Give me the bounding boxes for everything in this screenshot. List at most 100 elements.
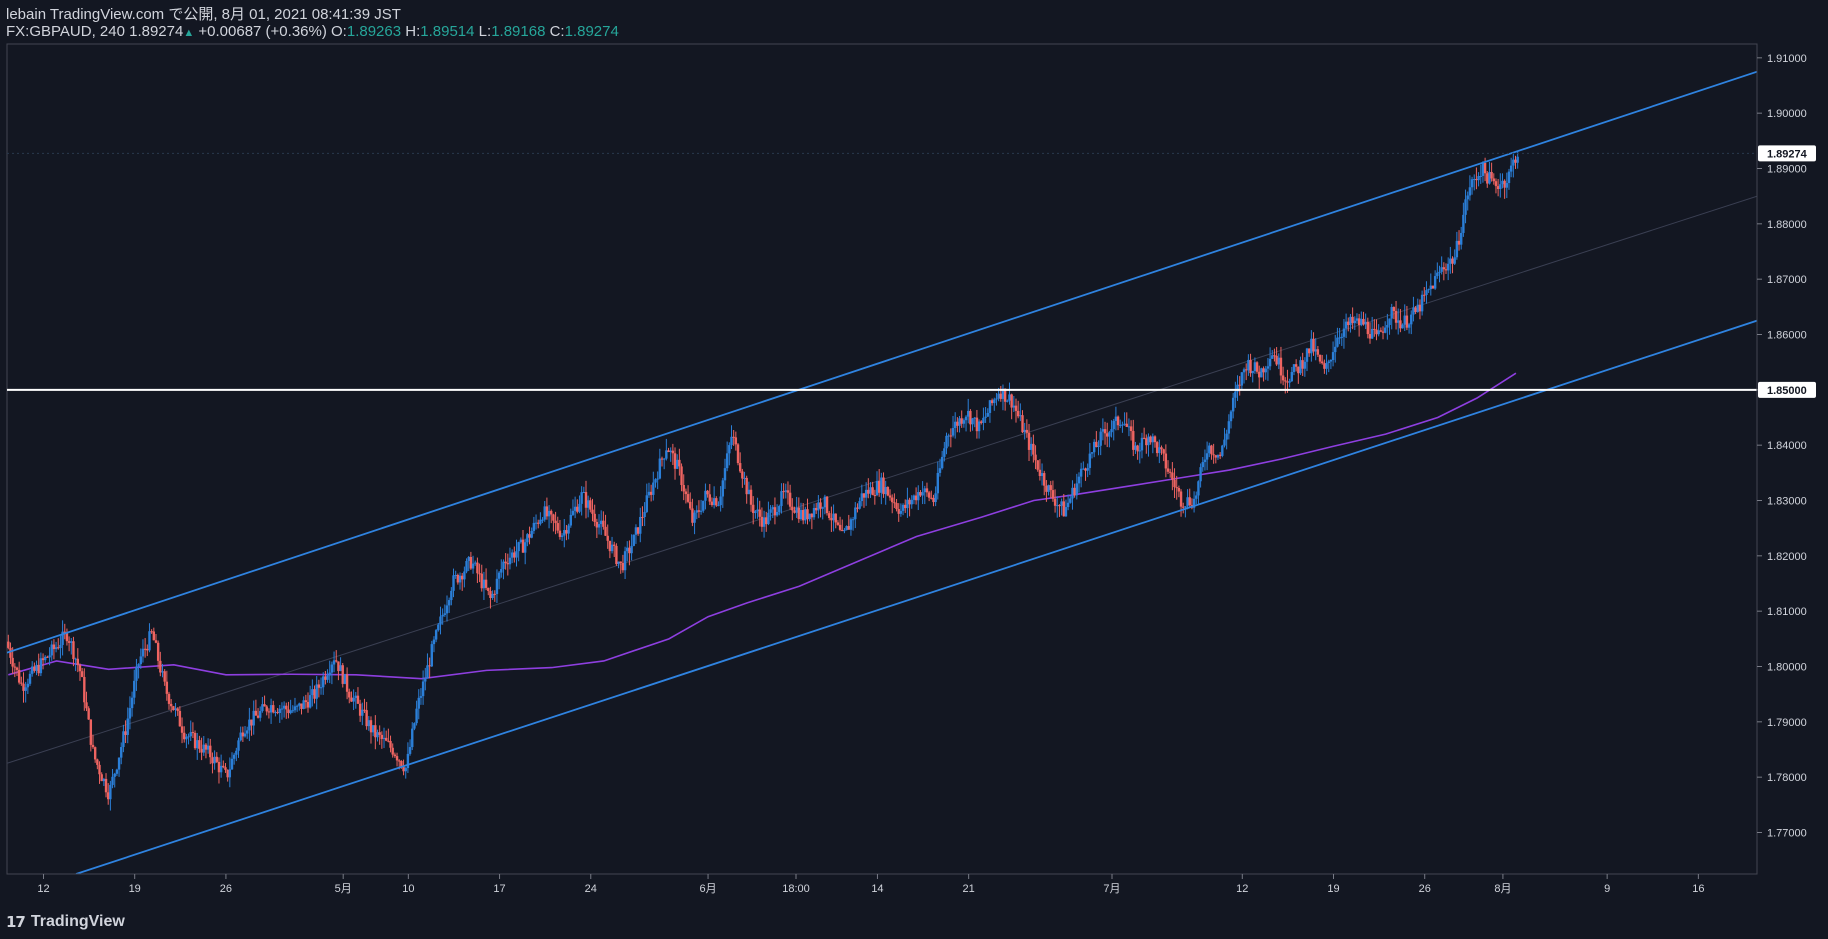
candle-up	[1329, 359, 1333, 362]
candle-down	[78, 664, 82, 672]
candle-up	[1277, 357, 1280, 365]
candle-up	[1019, 415, 1022, 417]
candle-down	[891, 497, 894, 503]
time-axis[interactable]: 12 19 26 5月 10 17 24 6月 18:00 14 21 7月 12 19 26 8月 9 16	[37, 874, 1704, 895]
candle-down	[365, 710, 368, 727]
candle-up	[1505, 183, 1509, 188]
candle-up	[467, 556, 470, 561]
candle-down	[96, 759, 99, 765]
candle-up	[754, 511, 757, 514]
candle-down	[1084, 468, 1087, 471]
candle-down	[1062, 501, 1065, 517]
time-tick-label: 6月	[699, 883, 716, 895]
candle-down	[641, 516, 644, 518]
candle-down	[758, 509, 761, 517]
candle-up	[723, 468, 727, 481]
candle-down	[1210, 445, 1213, 455]
candle-down	[1058, 505, 1061, 507]
candle-up	[1334, 346, 1337, 353]
candle-up	[869, 487, 872, 494]
candle-up	[424, 678, 427, 682]
candle-up	[206, 745, 210, 750]
plot-frame	[6, 43, 1758, 875]
candle-up	[632, 534, 635, 546]
candle-down	[378, 732, 381, 735]
candle-up	[1225, 433, 1228, 440]
candle-down	[211, 757, 214, 764]
candle-up	[367, 720, 371, 727]
candle-down	[76, 658, 79, 665]
candle-up	[1247, 359, 1250, 371]
candle-up	[26, 683, 30, 688]
candle-down	[387, 740, 390, 742]
candle-up	[361, 709, 364, 716]
candle-up	[1464, 199, 1467, 215]
candle-down	[710, 501, 714, 505]
candle-up	[213, 756, 216, 764]
candle-down	[745, 477, 748, 495]
candle-up	[623, 551, 627, 571]
candle-down	[348, 691, 351, 698]
channel-lines-layer[interactable]	[7, 70, 1757, 874]
candle-up	[610, 544, 614, 552]
candle-up	[912, 495, 916, 500]
candle-down	[1357, 318, 1361, 326]
candle-down	[1312, 338, 1315, 352]
candle-up	[817, 502, 820, 511]
candle-up	[762, 517, 766, 527]
candle-up	[1227, 421, 1231, 434]
candle-down	[834, 513, 837, 523]
candle-up	[845, 526, 848, 531]
candle-up	[354, 695, 357, 698]
channel-upper-line[interactable]	[7, 70, 1757, 654]
price-chart[interactable]: 1.91000 1.90000 1.89000 1.88000 1.87000 1.860…	[0, 0, 1828, 939]
candle-up	[993, 399, 996, 404]
candle-up	[1069, 498, 1072, 503]
candles-layer[interactable]	[7, 151, 1519, 811]
candle-up	[1338, 337, 1341, 339]
candle-up	[1344, 321, 1348, 329]
candle-up	[174, 708, 177, 710]
candle-down	[1034, 454, 1037, 461]
candle-down	[1362, 318, 1365, 325]
candle-down	[384, 737, 388, 741]
candle-down	[1103, 429, 1107, 434]
candle-down	[1032, 443, 1035, 455]
candle-up	[1253, 362, 1257, 371]
candle-up	[1134, 445, 1137, 450]
candle-up	[1429, 285, 1433, 290]
candle-down	[1418, 304, 1422, 312]
candle-down	[17, 669, 21, 683]
candle-up	[44, 656, 47, 661]
candle-up	[823, 496, 827, 508]
candle-up	[1499, 184, 1502, 190]
channel-lower-line[interactable]	[75, 319, 1757, 874]
horizontal-level-tag: 1.85000	[1767, 385, 1807, 397]
price-tick-label: 1.84000	[1767, 440, 1807, 452]
candle-down	[167, 693, 171, 704]
candle-up	[563, 530, 566, 536]
candle-down	[1483, 162, 1487, 174]
candle-down	[1153, 436, 1157, 443]
price-axis[interactable]: 1.91000 1.90000 1.89000 1.88000 1.87000 1.860…	[1757, 53, 1807, 840]
candle-up	[70, 641, 73, 643]
candle-down	[862, 493, 866, 498]
candle-up	[243, 733, 247, 737]
candle-up	[445, 605, 449, 614]
candle-up	[413, 723, 416, 729]
candle-up	[326, 675, 329, 680]
candle-down	[1045, 485, 1048, 492]
candle-down	[904, 504, 907, 509]
candle-up	[1370, 328, 1374, 339]
horizontal-level-layer[interactable]	[7, 152, 1757, 391]
candle-up	[1386, 324, 1389, 328]
candle-down	[487, 587, 490, 591]
candle-up	[54, 647, 58, 650]
candle-down	[154, 640, 158, 643]
candle-up	[261, 704, 264, 711]
candle-down	[602, 520, 605, 527]
candle-down	[825, 496, 829, 514]
candle-up	[1208, 445, 1211, 454]
candle-down	[841, 529, 844, 532]
candle-down	[786, 490, 790, 493]
